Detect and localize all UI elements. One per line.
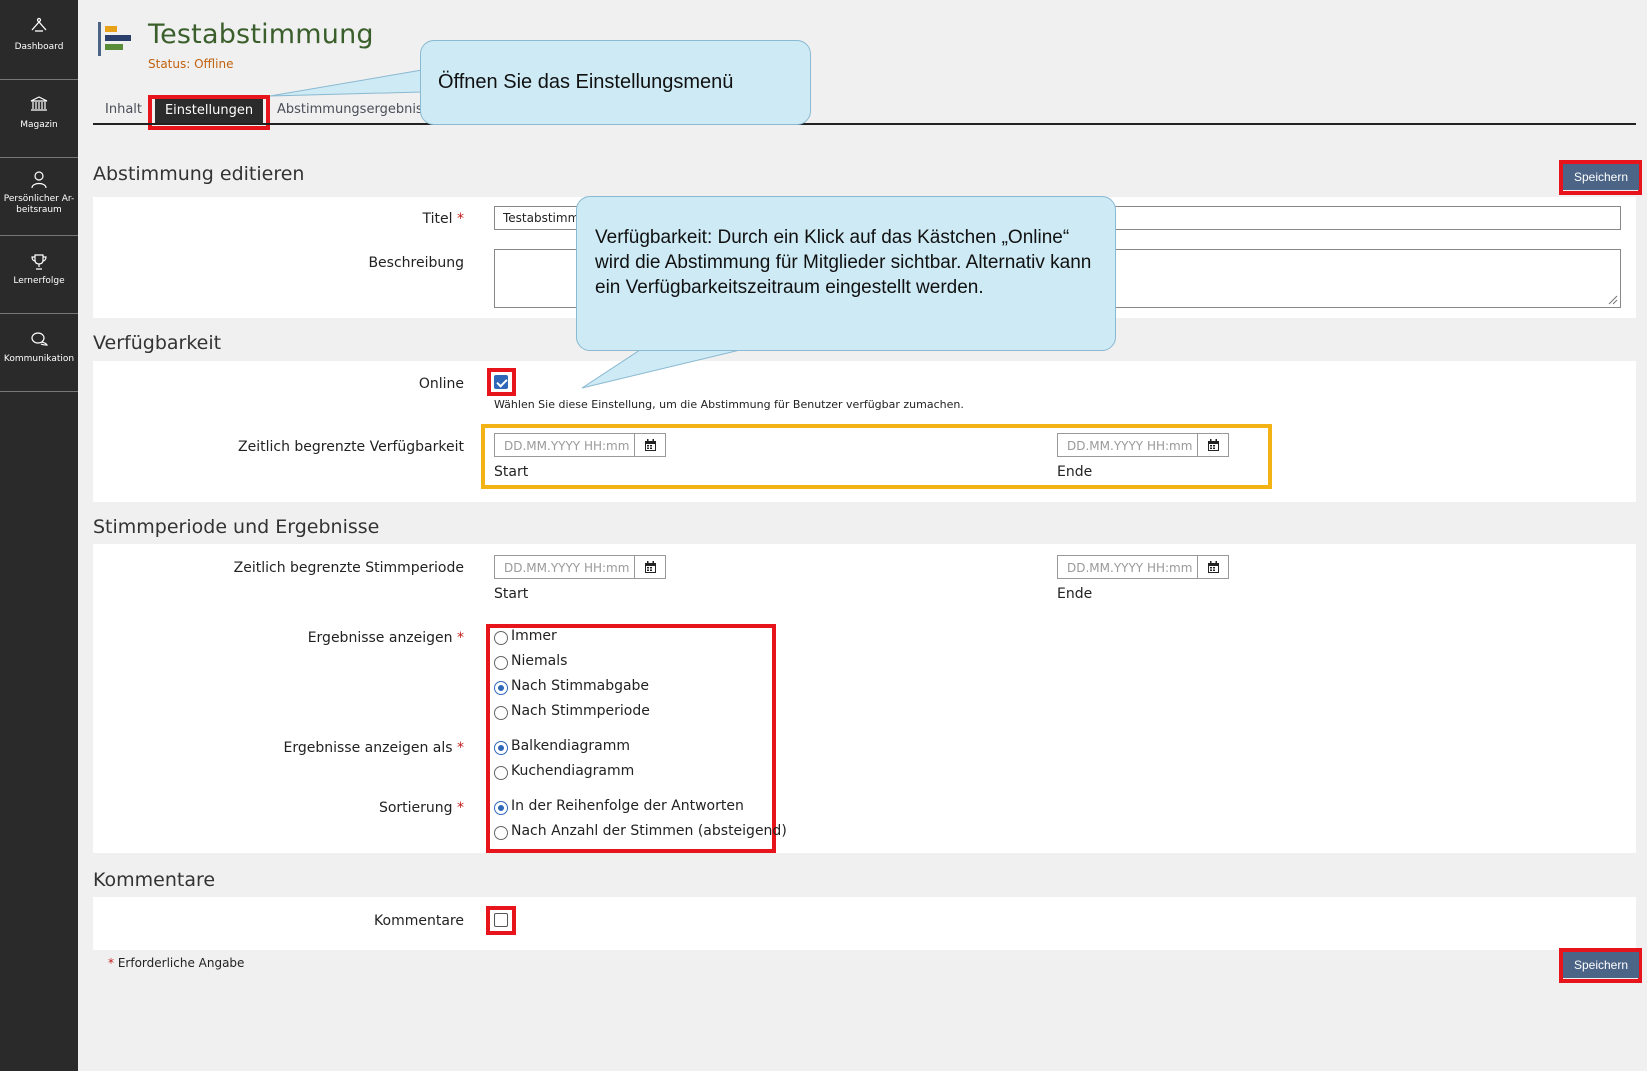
- sidebar-item-personal-workspace[interactable]: Persönlicher Ar-beitsraum: [0, 156, 78, 236]
- callout-settings-text: Öffnen Sie das Einstellungsmenü: [438, 71, 734, 93]
- voting-start-input[interactable]: DD.MM.YYYY HH:mm: [494, 555, 666, 579]
- callout-tail-settings: [269, 69, 423, 97]
- radio-label-nach-stimmperiode[interactable]: Nach Stimmperiode: [511, 703, 650, 719]
- section-title-voting: Stimmperiode und Ergebnisse: [93, 516, 380, 538]
- tabs-divider: [93, 123, 1636, 125]
- callout-availability-text: Verfügbarkeit: Durch ein Klick auf das K…: [595, 227, 1092, 298]
- radio-immer[interactable]: [494, 631, 508, 645]
- voting-panel: Zeitlich begrenzte Stimmperiode DD.MM.YY…: [93, 544, 1636, 853]
- dashboard-icon: [31, 17, 47, 32]
- sort-label: Sortierung *: [378, 800, 464, 816]
- sidebar-item-label: Persönlicher Ar-beitsraum: [3, 194, 75, 215]
- date-placeholder: DD.MM.YYYY HH:mm: [504, 439, 630, 453]
- radio-anzahl-stimmen[interactable]: [494, 826, 508, 840]
- availability-end-label: Ende: [1057, 464, 1093, 480]
- section-title-availability: Verfügbarkeit: [93, 332, 222, 354]
- main-sidebar: Dashboard Magazin Persönlicher Ar-beitsr…: [0, 0, 78, 1071]
- date-placeholder: DD.MM.YYYY HH:mm: [504, 561, 630, 575]
- sidebar-item-label: Kommunikation: [3, 354, 75, 364]
- radio-label-immer[interactable]: Immer: [511, 628, 557, 644]
- callout-settings-menu: Öffnen Sie das Einstellungsmenü: [420, 40, 811, 125]
- save-button-top[interactable]: Speichern: [1563, 164, 1639, 190]
- sidebar-item-lernerfolge[interactable]: Lernerfolge: [0, 234, 78, 314]
- description-label: Beschreibung: [368, 255, 464, 271]
- availability-start-label: Start: [494, 464, 529, 480]
- calendar-icon[interactable]: [634, 556, 665, 578]
- calendar-icon[interactable]: [1197, 434, 1228, 456]
- section-title-edit: Abstimmung editieren: [93, 163, 305, 185]
- show-results-label: Ergebnisse anzeigen *: [307, 630, 464, 646]
- voting-end-label: Ende: [1057, 586, 1093, 602]
- radio-label-balkendiagramm[interactable]: Balkendiagramm: [511, 738, 630, 754]
- availability-panel: Online Wählen Sie diese Einstellung, um …: [93, 361, 1636, 502]
- sidebar-item-label: Lernerfolge: [13, 276, 65, 286]
- radio-niemals[interactable]: [494, 656, 508, 670]
- radio-kuchendiagramm[interactable]: [494, 766, 508, 780]
- radio-label-nach-stimmabgabe[interactable]: Nach Stimmabgabe: [511, 678, 649, 694]
- poll-logo-icon: [98, 22, 131, 56]
- radio-label-reihenfolge[interactable]: In der Reihenfolge der Antworten: [511, 798, 744, 814]
- comments-checkbox[interactable]: [494, 913, 508, 927]
- voting-period-label: Zeitlich begrenzte Stimmperiode: [233, 560, 464, 576]
- calendar-icon[interactable]: [634, 434, 665, 456]
- radio-reihenfolge[interactable]: [494, 801, 508, 815]
- comments-label: Kommentare: [374, 913, 464, 929]
- status-text: Status: Offline: [148, 57, 234, 71]
- voting-start-label: Start: [494, 586, 529, 602]
- availability-end-input[interactable]: DD.MM.YYYY HH:mm: [1057, 433, 1229, 457]
- online-help-text: Wählen Sie diese Einstellung, um die Abs…: [494, 398, 964, 411]
- radio-label-anzahl-stimmen[interactable]: Nach Anzahl der Stimmen (absteigend): [511, 823, 787, 839]
- section-title-comments: Kommentare: [93, 869, 216, 891]
- voting-end-input[interactable]: DD.MM.YYYY HH:mm: [1057, 555, 1229, 579]
- callout-availability: Verfügbarkeit: Durch ein Klick auf das K…: [576, 196, 1116, 351]
- required-note: * Erforderliche Angabe: [108, 956, 245, 970]
- show-as-label: Ergebnisse anzeigen als *: [283, 740, 465, 756]
- date-placeholder: DD.MM.YYYY HH:mm: [1067, 561, 1193, 575]
- radio-balkendiagramm[interactable]: [494, 741, 508, 755]
- tab-inhalt[interactable]: Inhalt: [105, 102, 142, 117]
- radio-label-niemals[interactable]: Niemals: [511, 653, 567, 669]
- comments-panel: Kommentare: [93, 897, 1636, 950]
- trophy-icon: [31, 254, 47, 270]
- limited-availability-label: Zeitlich begrenzte Verfügbarkeit: [238, 439, 464, 455]
- sidebar-item-label: Dashboard: [14, 42, 64, 52]
- sidebar-item-kommunikation[interactable]: Kommunikation: [0, 312, 78, 392]
- chat-icon: [31, 332, 48, 346]
- sidebar-item-magazin[interactable]: Magazin: [0, 78, 78, 158]
- bank-icon: [30, 96, 48, 111]
- save-button-bottom[interactable]: Speichern: [1563, 952, 1639, 978]
- online-checkbox[interactable]: [494, 375, 508, 389]
- calendar-icon[interactable]: [1197, 556, 1228, 578]
- radio-nach-stimmperiode[interactable]: [494, 706, 508, 720]
- radio-label-kuchendiagramm[interactable]: Kuchendiagramm: [511, 763, 634, 779]
- availability-start-input[interactable]: DD.MM.YYYY HH:mm: [494, 433, 666, 457]
- title-label: Titel *: [422, 211, 464, 227]
- page-title: Testabstimmung: [148, 19, 374, 50]
- user-icon: [31, 171, 47, 189]
- online-label: Online: [418, 376, 464, 392]
- date-placeholder: DD.MM.YYYY HH:mm: [1067, 439, 1193, 453]
- radio-nach-stimmabgabe[interactable]: [494, 681, 508, 695]
- resize-grip-icon[interactable]: [1606, 293, 1618, 305]
- sidebar-item-dashboard[interactable]: Dashboard: [0, 0, 78, 80]
- tab-abstimmungsergebnisse[interactable]: Abstimmungsergebnisse: [277, 102, 437, 117]
- sidebar-item-label: Magazin: [20, 120, 58, 130]
